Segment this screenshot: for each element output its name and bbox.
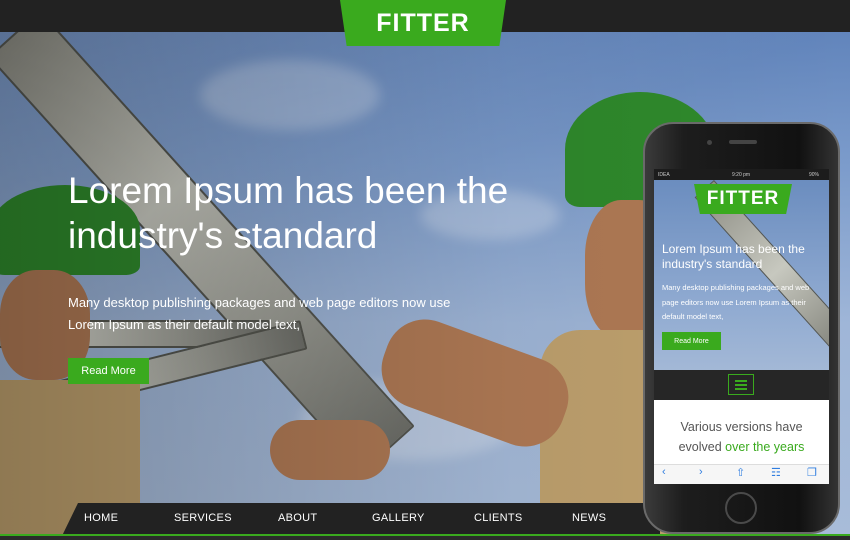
phone-status-bar: IDEA 9:20 pm 90%	[654, 169, 829, 180]
phone-read-more-button[interactable]: Read More	[662, 332, 721, 350]
nav-gallery[interactable]: GALLERY	[372, 512, 425, 524]
tabs-icon[interactable]: ❐	[807, 466, 817, 479]
versions-line-1: Various versions have	[680, 420, 803, 434]
nav-news[interactable]: NEWS	[572, 512, 606, 524]
phone-versions-text: Various versions have evolved over the y…	[654, 417, 829, 457]
nav-home[interactable]: HOME	[84, 512, 118, 524]
phone-camera	[707, 140, 712, 145]
bookmarks-icon[interactable]: ☶	[771, 466, 781, 479]
phone-headline: Lorem Ipsum has been the industry's stan…	[662, 242, 805, 271]
hero-subtext: Many desktop publishing packages and web…	[68, 295, 451, 332]
phone-home-button	[725, 492, 757, 524]
nav-clients[interactable]: CLIENTS	[474, 512, 523, 524]
hero-headline: Lorem Ipsum has been the industry's stan…	[68, 170, 509, 256]
hamburger-menu-icon[interactable]	[728, 374, 754, 395]
phone-logo[interactable]: FITTER	[694, 184, 792, 214]
logo[interactable]: FITTER	[340, 0, 506, 46]
versions-evolved: evolved	[678, 440, 722, 454]
status-battery: 90%	[808, 172, 819, 178]
forward-icon[interactable]: ›	[699, 466, 703, 478]
back-icon[interactable]: ‹	[662, 466, 666, 478]
nav-services[interactable]: SERVICES	[174, 512, 232, 524]
share-icon[interactable]: ⇧	[736, 466, 745, 479]
nav-about[interactable]: ABOUT	[278, 512, 317, 524]
status-time: 9:20 pm	[732, 172, 751, 178]
versions-line-2: evolved over the years	[654, 437, 829, 457]
bottom-accent-line	[0, 534, 850, 540]
status-carrier: IDEA	[658, 172, 670, 178]
phone-subtext: Many desktop publishing packages and web…	[662, 283, 810, 321]
read-more-button[interactable]: Read More	[68, 358, 149, 384]
phone-hero: FITTER Lorem Ipsum has been the industry…	[654, 180, 829, 370]
phone-screen: IDEA 9:20 pm 90% FITTER Lorem Ipsum has …	[654, 169, 829, 484]
versions-highlight: over the years	[725, 440, 805, 454]
phone-speaker	[729, 140, 757, 144]
